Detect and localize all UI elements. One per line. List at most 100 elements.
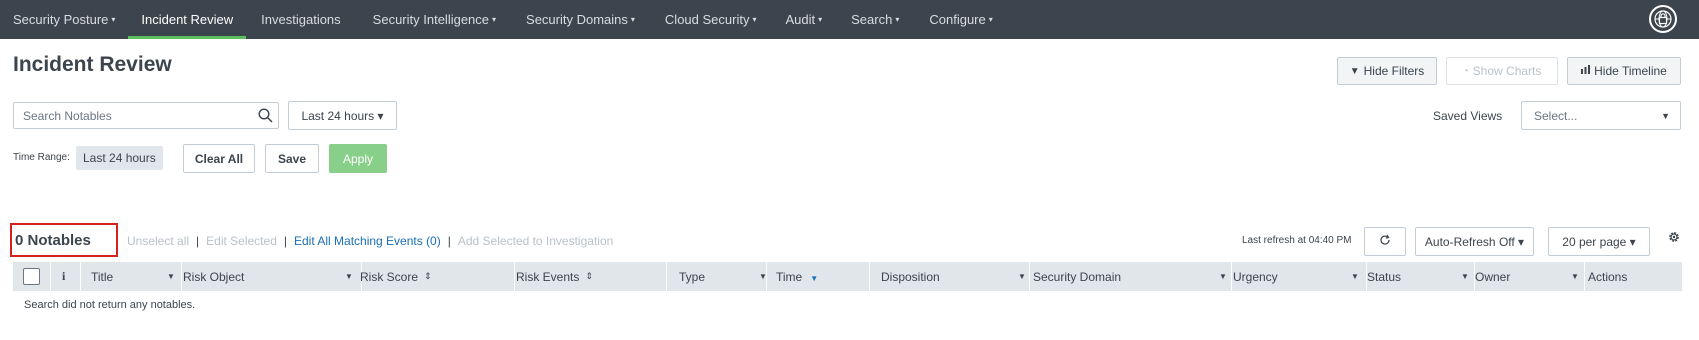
chevron-down-icon: ▼ [1661,110,1670,121]
column-divider [766,262,767,291]
nav-configure[interactable]: Configure ▾ [914,0,1005,39]
column-label: Type [679,269,706,284]
sort-icon: ⇕ [585,271,593,281]
chevron-down-icon: ▼ [1018,272,1026,281]
nav-audit[interactable]: Audit ▾ [771,0,837,39]
column-risk-score[interactable]: Risk Score ⇕ [360,262,432,291]
column-security-domain[interactable]: Security Domain ▼ [1033,262,1229,291]
column-label: Risk Object [183,269,245,284]
nav-security-posture[interactable]: Security Posture ▾ [0,0,128,39]
column-label: Title [91,269,114,284]
column-divider [181,262,182,291]
chevron-down-icon: ▼ [1571,272,1579,281]
apply-button[interactable]: Apply [329,144,387,173]
column-disposition[interactable]: Disposition ▼ [881,262,1029,291]
empty-table-message: Search did not return any notables. [24,299,196,311]
nav-incident-review[interactable]: Incident Review [128,0,246,39]
chevron-down-icon: ▾ [895,15,900,24]
column-urgency[interactable]: Urgency ▼ [1233,262,1366,291]
auto-refresh-button[interactable]: Auto-Refresh Off ▾ [1415,227,1534,256]
search-icon[interactable] [252,108,278,123]
nav-security-intelligence[interactable]: Security Intelligence ▾ [357,0,511,39]
nav-investigations[interactable]: Investigations [246,0,357,39]
page-title: Incident Review [13,53,172,76]
column-divider [80,262,81,291]
saved-views-label: Saved Views [1433,109,1503,123]
nav-label: Configure [929,12,986,27]
settings-gear-icon[interactable] [1667,230,1681,247]
column-owner[interactable]: Owner ▼ [1475,262,1579,291]
column-divider [869,262,870,291]
column-title[interactable]: Title ▼ [91,262,179,291]
search-notables [13,102,279,129]
save-button[interactable]: Save [265,144,319,173]
sort-icon: ⇕ [424,271,432,281]
column-label: Risk Events [516,269,580,284]
nav-label: Audit [785,12,816,27]
bar-chart-icon [1581,65,1591,77]
table-header: i Title ▼ Risk Object ▼ Risk Score ⇕ Risk E… [13,262,1682,291]
column-risk-events[interactable]: Risk Events ⇕ [516,262,593,291]
add-to-investigation-link[interactable]: Add Selected to Investigation [458,234,613,248]
chevron-down-icon: ▾ [988,15,993,24]
nav-label: Security Intelligence [372,12,490,27]
top-nav: Security Posture ▾ Incident Review Invest… [0,0,1699,39]
link-separator: | [196,234,200,248]
chevron-down-icon: ▼ [167,272,175,281]
chevron-down-icon: ▾ [492,15,497,24]
column-divider [514,262,515,291]
sort-desc-icon: ▼ [810,274,819,283]
column-time[interactable]: Time ▼ [776,262,818,291]
lock-globe-icon[interactable] [1649,5,1677,33]
column-label: Urgency [1233,269,1278,284]
nav-label: Search [851,12,893,27]
chevron-down-icon: ▾ [111,15,116,24]
column-status[interactable]: Status ▼ [1367,262,1473,291]
clear-all-button[interactable]: Clear All [183,144,255,173]
column-info[interactable]: i [62,262,65,291]
bulk-action-links: Unselect all | Edit Selected | Edit All … [127,234,613,248]
hide-timeline-label: Hide Timeline [1594,64,1667,78]
refresh-button[interactable] [1364,227,1406,256]
per-page-button[interactable]: 20 per page ▾ [1548,227,1650,256]
filter-icon: ▼ [1349,65,1360,77]
pie-chart-icon: ◔ [1462,65,1469,77]
column-type[interactable]: Type ▼ [679,262,769,291]
nav-search[interactable]: Search ▾ [837,0,914,39]
edit-all-matching-link[interactable]: Edit All Matching Events (0) [294,234,441,248]
nav-label: Cloud Security [664,12,750,27]
chevron-down-icon: ▾ [630,15,635,24]
notables-count: 0 Notables [10,223,118,257]
show-charts-label: Show Charts [1472,64,1542,78]
unselect-all-link[interactable]: Unselect all [127,234,189,248]
chevron-down-icon: ▼ [345,272,353,281]
show-charts-button[interactable]: ◔ Show Charts [1446,57,1558,85]
column-label: Risk Score [360,269,419,284]
saved-views-placeholder: Select... [1534,108,1578,123]
last-refresh-text: Last refresh at 04:40 PM [1242,235,1352,246]
link-separator: | [447,234,451,248]
select-all-checkbox[interactable] [23,268,40,285]
edit-selected-link[interactable]: Edit Selected [206,234,277,248]
hide-filters-button[interactable]: ▼ Hide Filters [1337,57,1437,85]
hide-timeline-button[interactable]: Hide Timeline [1567,57,1681,85]
column-risk-object[interactable]: Risk Object ▼ [183,262,359,291]
chevron-down-icon: ▼ [1219,272,1227,281]
column-divider [50,262,51,291]
nav-security-domains[interactable]: Security Domains ▾ [511,0,650,39]
link-separator: | [283,234,287,248]
nav-label: Incident Review [141,12,234,27]
nav-cloud-security[interactable]: Cloud Security ▾ [650,0,772,39]
column-label: Time [776,269,803,284]
chevron-down-icon: ▾ [818,15,823,24]
time-range-label: Time Range: [13,152,70,163]
nav-label: Security Domains [526,12,628,27]
chevron-down-icon: ▼ [1351,272,1359,281]
column-label: Disposition [881,269,940,284]
column-divider [1231,262,1232,291]
time-picker-button[interactable]: Last 24 hours ▾ [288,101,397,130]
hide-filters-label: Hide Filters [1363,64,1425,78]
column-label: Security Domain [1033,269,1122,284]
saved-views-select[interactable]: Select... ▼ [1521,101,1681,130]
search-input[interactable] [14,103,252,128]
